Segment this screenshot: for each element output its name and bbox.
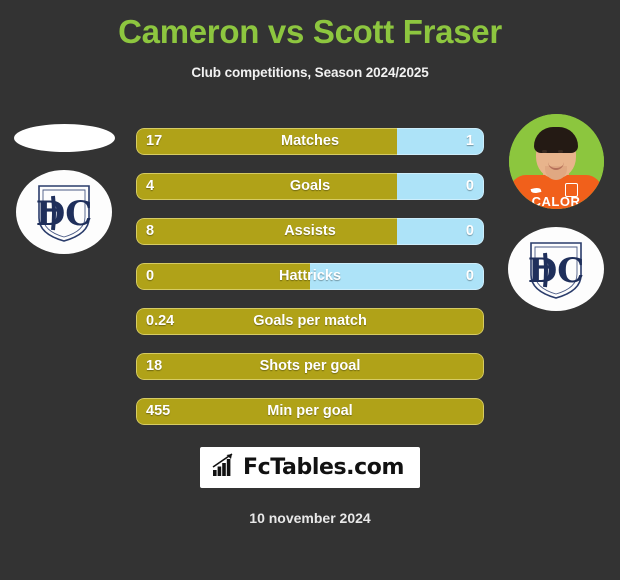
left-player-avatar-wrap (2, 112, 126, 152)
stat-value-left: 0.24 (146, 313, 175, 329)
stat-value-right: 0 (465, 223, 474, 239)
stat-bar-row: 0 0 Hattricks (136, 263, 484, 290)
stat-bars: 17 1 Matches 4 0 Goals 8 0 Assists 0 0 Hattricks 0.2… (136, 128, 484, 443)
fctables-logo-text: FcTables.com (242, 455, 405, 480)
right-club-crest-icon: DC (508, 227, 604, 311)
left-player-column: DC (2, 112, 126, 254)
stat-bar-left-fill (136, 218, 397, 245)
left-player-avatar (13, 124, 115, 152)
right-player-avatar-wrap: CALOR (494, 112, 618, 209)
jersey-sponsor-text: CALOR (531, 194, 581, 209)
stat-bar-left-fill (136, 398, 484, 425)
stat-bar-left-fill (136, 308, 484, 335)
stat-value-left: 8 (146, 223, 155, 239)
right-player-crest-wrap: DC (494, 209, 618, 311)
svg-text:DC: DC (528, 251, 585, 291)
photo-hair (534, 127, 578, 153)
fctables-logo[interactable]: FcTables.com (199, 447, 421, 488)
stat-bar-row: 18 Shots per goal (136, 353, 484, 380)
stat-bar-left-fill (136, 353, 484, 380)
stat-bar-left-fill (136, 173, 397, 200)
stat-value-left: 455 (146, 403, 171, 419)
stat-value-right: 0 (465, 178, 474, 194)
stat-bar-left-fill (136, 128, 397, 155)
right-player-column: CALOR DC (494, 112, 618, 311)
stat-value-left: 17 (146, 133, 163, 149)
page-subtitle: Club competitions, Season 2024/2025 (191, 64, 429, 80)
stat-bar-row: 8 0 Assists (136, 218, 484, 245)
stat-value-left: 18 (146, 358, 163, 374)
stat-bar-row: 0.24 Goals per match (136, 308, 484, 335)
stat-bar-left-fill (136, 263, 310, 290)
stat-value-right: 0 (465, 268, 474, 284)
stat-value-left: 4 (146, 178, 155, 194)
svg-text:DC: DC (36, 194, 93, 234)
photo-eye-left (541, 150, 547, 153)
stat-bar-row: 4 0 Goals (136, 173, 484, 200)
stat-value-right: 1 (465, 133, 474, 149)
stat-value-left: 0 (146, 268, 155, 284)
left-player-crest-wrap: DC (2, 152, 126, 254)
right-player-avatar: CALOR (508, 114, 604, 209)
page-title: Cameron vs Scott Fraser (118, 13, 502, 50)
bar-chart-icon (212, 453, 238, 482)
footer: FcTables.com 10 november 2024 (0, 447, 620, 526)
stat-bar-row: 455 Min per goal (136, 398, 484, 425)
left-club-crest-icon: DC (16, 170, 112, 254)
footer-date: 10 november 2024 (249, 510, 371, 526)
photo-eye-right (557, 150, 563, 153)
stat-bar-right-fill (310, 263, 484, 290)
stat-bar-row: 17 1 Matches (136, 128, 484, 155)
